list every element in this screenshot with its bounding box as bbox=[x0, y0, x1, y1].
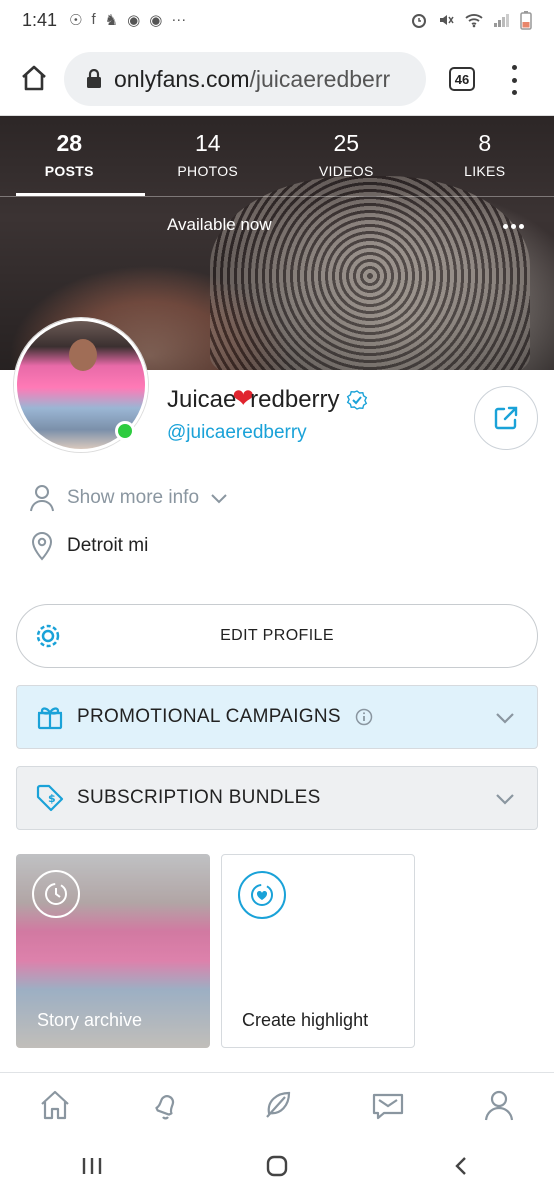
home-icon bbox=[22, 65, 46, 90]
menu-dot bbox=[511, 77, 517, 83]
nav-notifications[interactable] bbox=[144, 1083, 188, 1127]
online-indicator bbox=[115, 421, 135, 441]
chevron-down-icon bbox=[496, 794, 514, 805]
system-back-button[interactable] bbox=[450, 1154, 474, 1183]
stat-label: LIKES bbox=[464, 163, 506, 179]
tab-switcher-button[interactable]: 46 bbox=[449, 67, 475, 91]
story-archive-label: Story archive bbox=[37, 1010, 143, 1030]
gear-icon bbox=[36, 624, 60, 648]
tab-posts[interactable]: 28 POSTS bbox=[0, 116, 144, 198]
battery-icon bbox=[520, 11, 532, 30]
bottom-navigation bbox=[0, 1072, 554, 1136]
gift-icon bbox=[37, 707, 63, 730]
nav-new-post[interactable] bbox=[255, 1083, 299, 1127]
nav-home[interactable] bbox=[33, 1083, 77, 1127]
home-circle-icon bbox=[266, 1155, 288, 1176]
location-text: Detroit mi bbox=[67, 535, 149, 556]
info-icon[interactable] bbox=[355, 708, 373, 726]
address-bar[interactable]: onlyfans.com/juicaeredberr bbox=[64, 52, 426, 106]
chevron-down-icon bbox=[496, 713, 514, 724]
chrome-icon-2: ◉ bbox=[149, 12, 163, 29]
history-clock-icon bbox=[32, 870, 80, 918]
availability-status: Available now bbox=[167, 215, 272, 234]
name-part-2: redberry bbox=[250, 386, 340, 413]
alarm-icon bbox=[412, 14, 426, 28]
avatar-face bbox=[69, 339, 97, 371]
more-dot bbox=[503, 224, 508, 229]
name-part-1: Juicae bbox=[167, 386, 237, 413]
url-path: /juicaeredberr bbox=[249, 65, 391, 92]
back-arrow-icon bbox=[454, 1156, 466, 1175]
chevron-down-icon bbox=[211, 494, 227, 504]
svg-text:$: $ bbox=[48, 792, 56, 805]
profile-stats: 28 POSTS 14 PHOTOS 25 VIDEOS 8 LIKES bbox=[0, 116, 554, 198]
lock-icon bbox=[87, 69, 101, 88]
profile-more-button[interactable] bbox=[503, 224, 524, 229]
tab-videos[interactable]: 25 VIDEOS bbox=[277, 116, 416, 198]
heart-circle-icon bbox=[238, 871, 286, 919]
wifi-icon bbox=[465, 14, 483, 28]
stat-value: 8 bbox=[478, 130, 492, 156]
tab-photos[interactable]: 14 PHOTOS bbox=[139, 116, 278, 198]
promotional-campaigns-section[interactable]: PROMOTIONAL CAMPAIGNS bbox=[16, 685, 538, 749]
stat-label: POSTS bbox=[44, 163, 94, 179]
browser-toolbar: onlyfans.com/juicaeredberr 46 bbox=[0, 40, 554, 116]
feather-icon bbox=[266, 1091, 291, 1118]
clock: 1:41 bbox=[22, 9, 58, 30]
price-tag-icon: $ bbox=[36, 784, 64, 812]
location-row: Detroit mi bbox=[26, 530, 148, 562]
tab-likes[interactable]: 8 LIKES bbox=[416, 116, 554, 198]
url-domain: onlyfans.com bbox=[114, 65, 250, 92]
verified-icon bbox=[346, 389, 367, 410]
status-bar: 1:41 ☉ f ♞ ◉ ◉ ··· bbox=[0, 0, 554, 40]
recent-apps-icon bbox=[83, 1157, 102, 1174]
signal-icon bbox=[494, 14, 509, 27]
recent-apps-button[interactable] bbox=[80, 1154, 104, 1183]
more-dot bbox=[519, 224, 524, 229]
home-icon bbox=[41, 1090, 70, 1119]
message-icon bbox=[372, 1093, 403, 1119]
stat-value: 28 bbox=[56, 130, 83, 156]
system-navigation-bar bbox=[0, 1136, 554, 1200]
stat-label: VIDEOS bbox=[318, 163, 374, 179]
share-icon bbox=[494, 406, 518, 430]
edit-profile-label: EDIT PROFILE bbox=[220, 627, 334, 644]
bell-icon bbox=[155, 1094, 175, 1119]
system-icons bbox=[410, 10, 532, 30]
show-more-info[interactable]: Show more info bbox=[26, 482, 229, 514]
notification-icon: ☉ bbox=[69, 12, 83, 29]
stat-value: 14 bbox=[194, 130, 221, 156]
subscription-bundles-section[interactable]: $ SUBSCRIPTION BUNDLES bbox=[16, 766, 538, 830]
create-highlight-label: Create highlight bbox=[242, 1010, 369, 1030]
subscription-bundles-label: SUBSCRIPTION BUNDLES bbox=[77, 787, 321, 808]
menu-dot bbox=[511, 90, 517, 95]
nav-profile[interactable] bbox=[477, 1083, 521, 1127]
browser-menu-button[interactable] bbox=[504, 65, 524, 95]
mute-icon bbox=[440, 15, 454, 25]
more-dot bbox=[511, 224, 516, 229]
promotional-campaigns-label: PROMOTIONAL CAMPAIGNS bbox=[77, 706, 341, 727]
facebook-icon: f bbox=[91, 11, 96, 28]
stat-value: 25 bbox=[333, 130, 360, 156]
chrome-icon: ◉ bbox=[127, 12, 141, 29]
stats-divider bbox=[0, 196, 554, 197]
snapchat-icon: ♞ bbox=[104, 12, 119, 29]
location-pin-icon bbox=[26, 530, 58, 562]
edit-profile-button[interactable]: EDIT PROFILE bbox=[16, 604, 538, 668]
nav-messages[interactable] bbox=[366, 1083, 410, 1127]
browser-home-button[interactable] bbox=[14, 58, 54, 98]
notification-icons: ☉ f ♞ ◉ ◉ ··· bbox=[69, 11, 186, 29]
menu-dot bbox=[511, 65, 517, 70]
share-button[interactable] bbox=[474, 386, 538, 450]
stat-label: PHOTOS bbox=[177, 163, 239, 179]
more-notifications-icon: ··· bbox=[171, 11, 187, 28]
profile-name: Juicae❤redberry bbox=[167, 385, 368, 414]
user-icon bbox=[26, 482, 58, 514]
show-more-label: Show more info bbox=[67, 487, 200, 508]
profile-handle[interactable]: @juicaeredberry bbox=[167, 422, 307, 444]
system-home-button[interactable] bbox=[265, 1154, 289, 1183]
user-icon bbox=[484, 1090, 513, 1120]
